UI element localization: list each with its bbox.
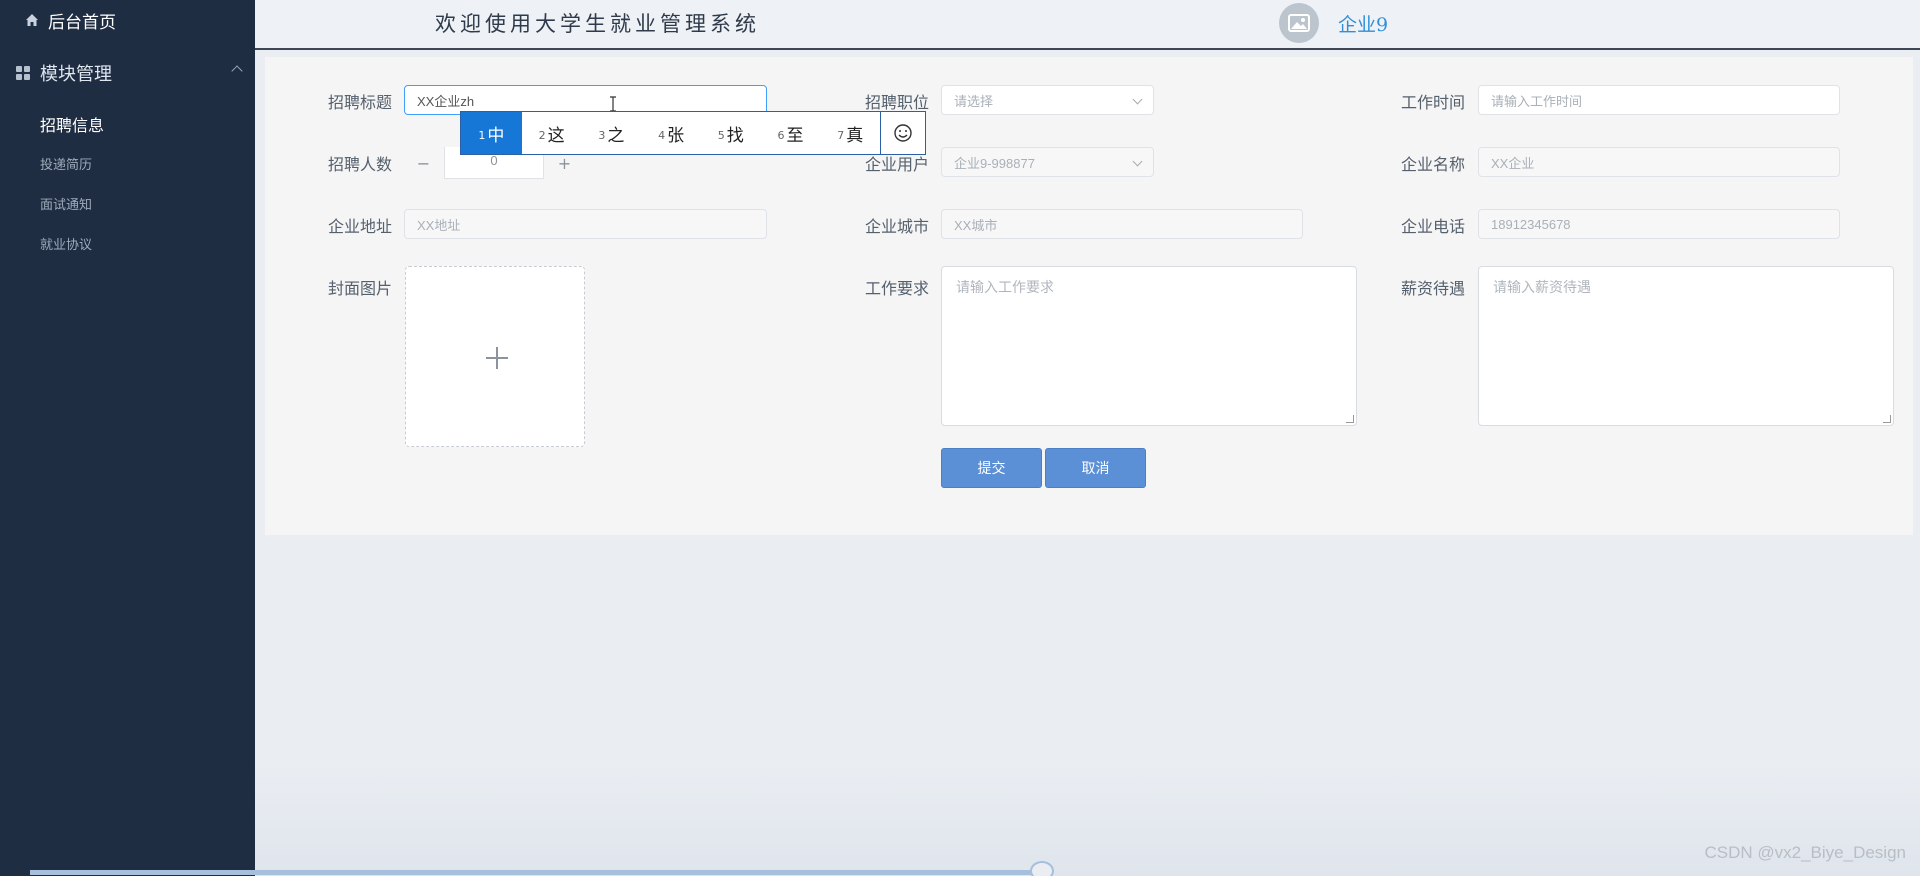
phone-input[interactable]: 18912345678 — [1478, 209, 1840, 239]
salary-textarea[interactable]: 请输入薪资待遇 — [1478, 266, 1894, 426]
company-name-label: 企业名称 — [1401, 155, 1466, 174]
sidebar-item-home[interactable]: 后台首页 — [24, 8, 116, 33]
user-name[interactable]: 企业9 — [1338, 10, 1388, 37]
resize-handle[interactable] — [1883, 415, 1891, 423]
sidebar-item-agreements[interactable]: 就业协议 — [0, 223, 255, 263]
sidebar: 后台首页 模块管理 招聘信息 投递简历 面试通知 就业协议 — [0, 0, 255, 876]
title-input-value: XX企业zh — [417, 93, 475, 109]
ime-candidate-6[interactable]: 6至 — [761, 112, 821, 154]
requirement-textarea[interactable]: 请输入工作要求 — [941, 266, 1357, 426]
position-label: 招聘职位 — [865, 93, 930, 112]
salary-placeholder: 请输入薪资待遇 — [1493, 279, 1591, 295]
horizontal-scrollbar[interactable] — [30, 870, 1045, 875]
worktime-input[interactable]: 请输入工作时间 — [1478, 85, 1840, 115]
city-label: 企业城市 — [865, 217, 930, 236]
ime-candidate-1[interactable]: 1中 — [461, 112, 522, 154]
city-value: XX城市 — [954, 217, 998, 233]
phone-value: 18912345678 — [1491, 216, 1571, 232]
company-name-input[interactable]: XX企业 — [1478, 147, 1840, 177]
ime-candidate-bar: 1中 2这 3之 4张 5找 6至 7真 — [460, 111, 926, 155]
company-name-value: XX企业 — [1491, 155, 1535, 171]
count-label: 招聘人数 — [328, 155, 393, 174]
cover-upload[interactable] — [405, 266, 585, 447]
worktime-placeholder: 请输入工作时间 — [1491, 93, 1583, 109]
top-header: 欢迎使用大学生就业管理系统 企业9 — [255, 0, 1920, 50]
avatar[interactable] — [1279, 3, 1319, 43]
sidebar-module-group[interactable]: 模块管理 — [16, 60, 243, 86]
home-icon — [24, 12, 40, 28]
submit-button[interactable]: 提交 — [941, 448, 1042, 488]
ime-candidate-5[interactable]: 5找 — [701, 112, 761, 154]
grid-icon — [16, 66, 30, 80]
company-user-value: 企业9-998877 — [954, 155, 1035, 171]
salary-label: 薪资待遇 — [1401, 279, 1466, 298]
address-input[interactable]: XX地址 — [404, 209, 767, 239]
ime-candidate-7[interactable]: 7真 — [820, 112, 880, 154]
requirement-label: 工作要求 — [865, 279, 930, 298]
sidebar-item-resumes[interactable]: 投递简历 — [0, 143, 255, 183]
company-user-select[interactable]: 企业9-998877 — [941, 147, 1154, 177]
ime-candidate-2[interactable]: 2这 — [522, 112, 582, 154]
sidebar-item-recruit-info[interactable]: 招聘信息 — [0, 104, 255, 144]
sidebar-home-label: 后台首页 — [48, 12, 116, 33]
ime-candidate-3[interactable]: 3之 — [581, 112, 641, 154]
position-select[interactable]: 请选择 — [941, 85, 1154, 115]
requirement-placeholder: 请输入工作要求 — [956, 279, 1054, 295]
content-background — [255, 760, 1920, 876]
address-value: XX地址 — [417, 217, 461, 233]
watermark: CSDN @vx2_Biye_Design — [1704, 843, 1906, 862]
address-label: 企业地址 — [328, 217, 393, 236]
worktime-label: 工作时间 — [1401, 93, 1466, 112]
position-placeholder: 请选择 — [954, 93, 994, 109]
resize-handle[interactable] — [1346, 415, 1354, 423]
scrollbar-thumb[interactable] — [1030, 861, 1054, 876]
cancel-button[interactable]: 取消 — [1045, 448, 1146, 488]
image-icon — [1288, 14, 1310, 32]
city-input[interactable]: XX城市 — [941, 209, 1303, 239]
sidebar-module-label: 模块管理 — [40, 64, 112, 85]
smiley-icon[interactable] — [880, 112, 925, 154]
cover-label: 封面图片 — [328, 279, 393, 298]
ime-candidate-4[interactable]: 4张 — [641, 112, 701, 154]
chevron-up-icon — [231, 65, 243, 77]
system-title: 欢迎使用大学生就业管理系统 — [435, 12, 760, 36]
sidebar-item-interviews[interactable]: 面试通知 — [0, 183, 255, 223]
phone-label: 企业电话 — [1401, 217, 1466, 236]
chevron-down-icon — [1132, 156, 1143, 167]
decrement-button[interactable]: − — [403, 147, 445, 179]
title-label: 招聘标题 — [328, 93, 393, 112]
text-cursor-icon — [610, 96, 616, 112]
chevron-down-icon — [1132, 94, 1143, 105]
plus-icon — [486, 347, 508, 369]
